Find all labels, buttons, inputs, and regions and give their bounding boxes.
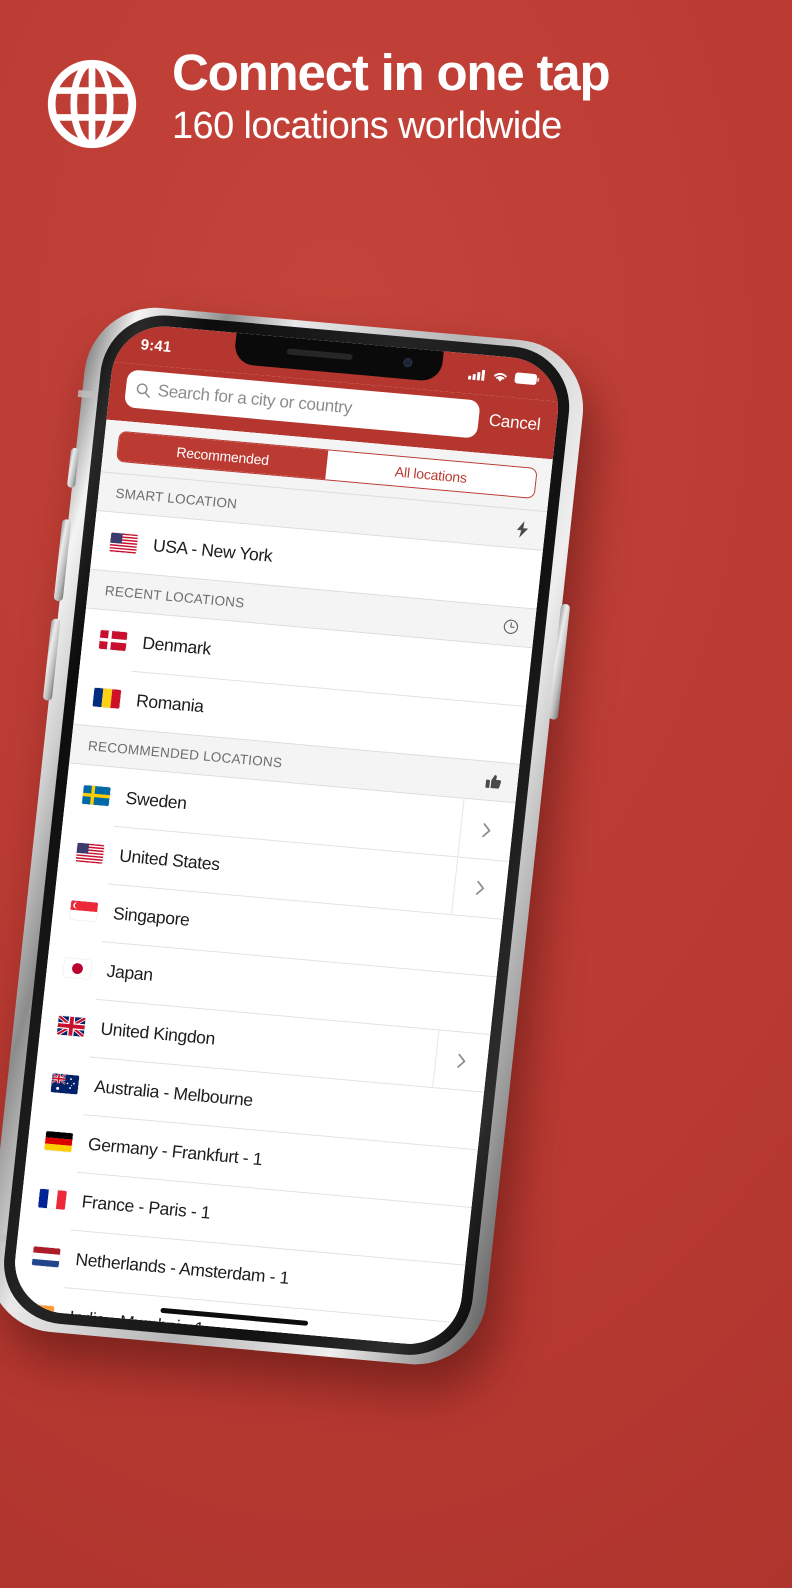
search-icon [135, 382, 152, 398]
flag-ro [92, 687, 122, 709]
chevron-right-icon[interactable] [457, 798, 516, 862]
promo-header: Connect in one tap 160 locations worldwi… [0, 44, 792, 194]
flag-au [50, 1072, 80, 1095]
flag-dk [98, 629, 128, 651]
list-item-label: Australia - Melbourne [93, 1075, 254, 1110]
lightning-bolt-icon [515, 520, 530, 538]
phone-mockup: 9:41 Search for a city or country Cancel… [0, 301, 591, 1371]
section-title: SMART LOCATION [114, 485, 238, 511]
list-item-label: Romania [135, 689, 205, 716]
cellular-signal-icon [467, 368, 487, 382]
list-item-label: USA - New York [152, 534, 274, 566]
flag-se [81, 784, 111, 806]
flag-gb [56, 1015, 86, 1037]
list-item-label: Denmark [141, 632, 212, 659]
flag-us [75, 842, 105, 864]
list-item-label: France - Paris - 1 [80, 1190, 212, 1223]
chevron-right-icon[interactable] [451, 856, 510, 919]
wifi-icon [492, 370, 509, 383]
list-item-label: Singapore [112, 902, 191, 930]
globe-icon [44, 56, 140, 152]
list-item-label: Germany - Frankfurt - 1 [87, 1133, 264, 1169]
cancel-button[interactable]: Cancel [488, 411, 542, 435]
status-icons [467, 368, 540, 386]
phone-screen: 9:41 Search for a city or country Cancel… [9, 322, 564, 1349]
list-item-label: United Kingdon [99, 1017, 217, 1049]
battery-icon [514, 372, 540, 386]
flag-us [109, 531, 139, 554]
page-title: Connect in one tap [172, 44, 611, 101]
clock-icon [503, 618, 520, 634]
earpiece-speaker [286, 348, 353, 361]
status-time: 9:41 [139, 335, 173, 356]
thumbs-up-icon [485, 773, 503, 789]
flag-de [44, 1130, 74, 1152]
chevron-right-icon[interactable] [432, 1029, 491, 1092]
section-title: RECENT LOCATIONS [104, 582, 246, 610]
list-item-label: Sweden [124, 787, 188, 813]
flag-sg [69, 899, 99, 922]
list-item-label: Netherlands - Amsterdam - 1 [74, 1248, 291, 1288]
front-camera [402, 357, 413, 368]
list-item-label: United States [118, 844, 221, 874]
page-subtitle: 160 locations worldwide [172, 105, 562, 148]
tab-recommended[interactable]: Recommended [117, 431, 329, 480]
flag-jp [63, 957, 93, 979]
promo-header-text: Connect in one tap 160 locations worldwi… [172, 44, 611, 149]
tab-all-locations[interactable]: All locations [325, 450, 537, 498]
promo-screenshot: Connect in one tap 160 locations worldwi… [0, 0, 792, 1588]
flag-fr [38, 1188, 67, 1210]
search-placeholder: Search for a city or country [156, 381, 353, 418]
section-title: RECOMMENDED LOCATIONS [87, 737, 284, 770]
list-item-label: Japan [105, 960, 154, 985]
flag-nl [31, 1245, 61, 1268]
locations-list: Recommended All locations SMART LOCATION [9, 419, 553, 1349]
